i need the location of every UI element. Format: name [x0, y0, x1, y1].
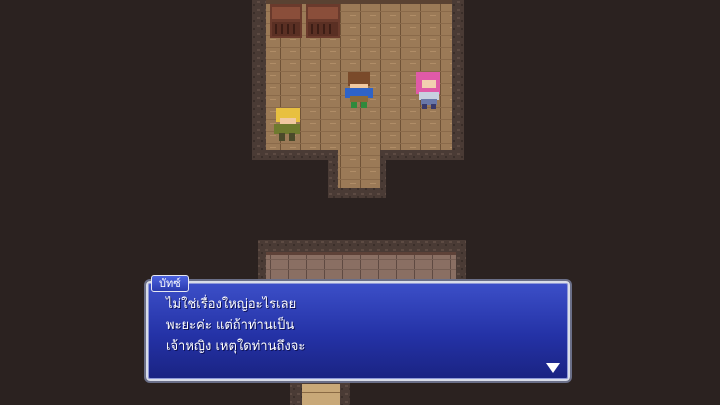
- cabinet-left: [270, 4, 302, 38]
- dialog-line-1: ไม่ใช่เรื่องใหญ่อะไรเลย: [166, 297, 297, 312]
- speaker-name-tag: บัทซ์: [151, 275, 189, 292]
- dialog-line-2: พะยะค่ะ แต่ถ้าท่านเป็น: [166, 318, 295, 333]
- cabinet-right: [306, 4, 340, 38]
- dialog-text: ไม่ใช่เรื่องใหญ่อะไรเลย พะยะค่ะ แต่ถ้าท่…: [166, 294, 546, 357]
- dialog-line-3: เจ้าหญิง เหตุใดท่านถึงจะ: [166, 339, 306, 354]
- down-triangle-icon[interactable]: [545, 362, 561, 374]
